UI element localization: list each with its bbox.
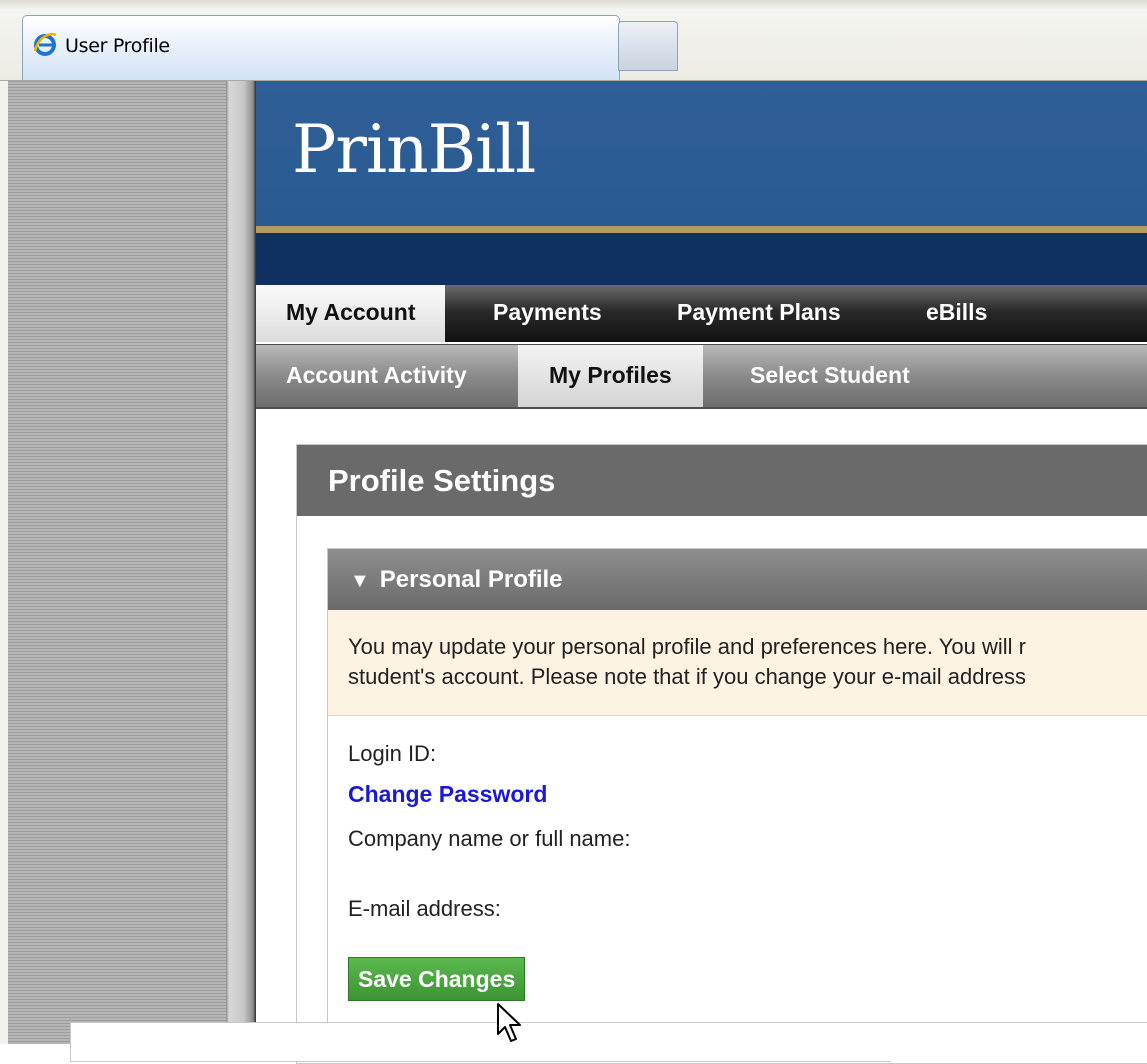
banner-gold-stripe [256,226,1147,233]
nav-payments[interactable]: Payments [493,285,602,342]
left-gutter [0,81,226,1044]
browser-tab-strip: User Profile [0,0,1147,81]
nav-ebills[interactable]: eBills [926,285,987,342]
page: PrinBill My Account Payments Payment Pla… [256,81,1147,1064]
site-logo[interactable]: PrinBill [292,111,536,188]
section-header-toggle[interactable]: ▼ Personal Profile [328,549,1147,610]
ie-icon [33,33,57,56]
mouse-cursor-icon [497,1003,521,1042]
profile-settings-panel: Profile Settings ▼ Personal Profile You m… [296,444,1147,1064]
browser-tab-title: User Profile [65,35,170,57]
subnav-select-student[interactable]: Select Student [750,345,910,407]
site-banner: PrinBill [256,81,1147,226]
subnav-my-profiles[interactable]: My Profiles [518,345,703,407]
browser-tab-user-profile[interactable]: User Profile [22,15,620,80]
banner-navy-stripe [256,233,1147,285]
next-section-box [70,1022,891,1062]
panel-title: Profile Settings [297,445,1147,516]
primary-nav: My Account Payments Payment Plans eBills [256,285,1147,342]
new-tab-button[interactable] [618,21,678,71]
email-label: E-mail address: [348,896,501,921]
nav-my-account[interactable]: My Account [256,285,445,342]
subnav-account-activity[interactable]: Account Activity [286,345,467,407]
login-id-label: Login ID: [348,741,437,766]
triangle-down-icon: ▼ [350,570,370,592]
full-name-label: Company name or full name: [348,826,631,851]
save-changes-button[interactable]: Save Changes [348,957,526,1001]
nav-payment-plans[interactable]: Payment Plans [677,285,841,342]
change-password-link[interactable]: Change Password [348,781,547,808]
profile-notice: You may update your personal profile and… [328,610,1147,716]
section-title: Personal Profile [379,566,563,593]
secondary-nav: Account Activity My Profiles Select Stud… [256,344,1147,409]
personal-profile-section: ▼ Personal Profile You may update your pe… [327,548,1147,1023]
page-left-edge [226,81,256,1044]
notice-line-2: student's account. Please note that if y… [348,664,1027,689]
notice-line-1: You may update your personal profile and… [348,634,1026,659]
